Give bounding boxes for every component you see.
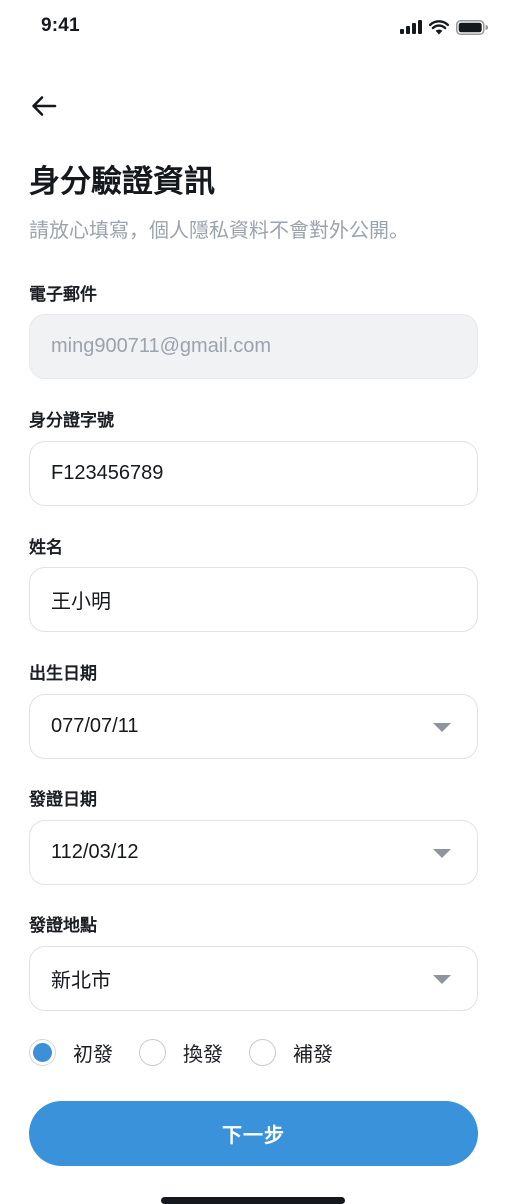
status-time: 9:41	[41, 15, 80, 36]
dropdown-arrow-icon	[433, 974, 451, 984]
home-indicator	[161, 1197, 345, 1204]
radio-replacement[interactable]: 補發	[249, 1038, 333, 1067]
status-icons	[400, 17, 488, 37]
status-bar: 9:41	[0, 0, 506, 56]
id-number-label: 身分證字號	[29, 411, 114, 430]
issue-date-value: 112/03/12	[51, 841, 139, 863]
page-title: 身分驗證資訊	[29, 164, 215, 199]
name-field[interactable]: 王小明	[29, 567, 478, 632]
issue-place-value: 新北市	[51, 970, 111, 992]
battery-icon	[456, 19, 488, 35]
wifi-icon	[429, 19, 449, 34]
next-button[interactable]: 下一步	[29, 1101, 478, 1166]
radio-unchecked-icon	[139, 1038, 166, 1066]
email-value: ming900711@gmail.com	[51, 335, 272, 357]
issue-place-label: 發證地點	[29, 916, 97, 935]
radio-reissue[interactable]: 換發	[139, 1038, 223, 1067]
birth-date-select[interactable]: 077/07/11	[29, 694, 478, 759]
birth-date-value: 077/07/11	[51, 715, 139, 737]
issue-type-radio-group: 初發 換發 補發	[29, 1036, 359, 1068]
radio-first-issue[interactable]: 初發	[29, 1038, 113, 1067]
dropdown-arrow-icon	[433, 848, 451, 858]
back-button[interactable]	[26, 88, 62, 124]
issue-place-select[interactable]: 新北市	[29, 946, 478, 1011]
email-label: 電子郵件	[29, 285, 97, 304]
id-number-field[interactable]: F123456789	[29, 441, 478, 506]
cellular-signal-icon	[400, 20, 422, 34]
radio-label: 初發	[73, 1043, 113, 1066]
name-value: 王小明	[51, 591, 111, 613]
radio-unchecked-icon	[249, 1038, 276, 1066]
birth-date-label: 出生日期	[29, 664, 97, 683]
radio-label: 換發	[183, 1043, 223, 1066]
issue-date-select[interactable]: 112/03/12	[29, 820, 478, 885]
issue-date-label: 發證日期	[29, 790, 97, 809]
name-label: 姓名	[29, 538, 63, 557]
arrow-left-icon	[32, 96, 57, 116]
page-subtitle: 請放心填寫，個人隱私資料不會對外公開。	[29, 220, 409, 242]
radio-label: 補發	[293, 1043, 333, 1066]
id-number-value: F123456789	[51, 462, 164, 484]
dropdown-arrow-icon	[433, 722, 451, 732]
email-field: ming900711@gmail.com	[29, 314, 478, 379]
radio-checked-icon	[29, 1038, 56, 1066]
